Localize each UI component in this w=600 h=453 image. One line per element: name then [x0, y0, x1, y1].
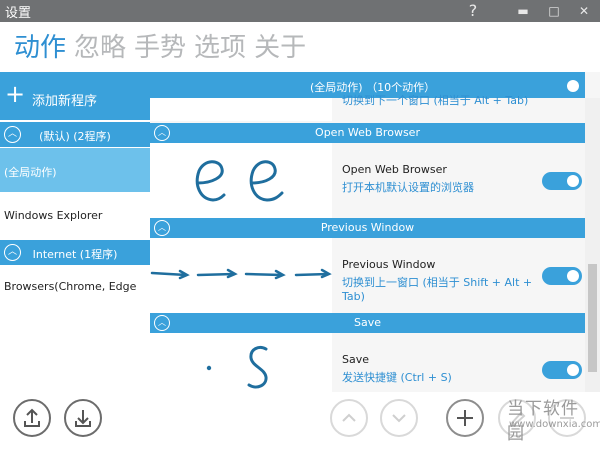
tab-gestures[interactable]: 手势 [134, 28, 186, 68]
toggle-knob [567, 270, 579, 282]
plus-icon: + [5, 80, 26, 108]
tab-ignore[interactable]: 忽略 [74, 28, 126, 68]
scrollbar-thumb[interactable] [588, 264, 597, 372]
group-header-internet[interactable]: ︿ Internet (1程序) [0, 240, 150, 265]
close-button[interactable]: ✕ [571, 0, 597, 22]
maximize-button[interactable]: □ [541, 0, 567, 22]
action-description: 打开本机默认设置的浏览器 [342, 181, 474, 194]
add-program-button[interactable]: + 添加新程序 [0, 72, 150, 120]
toggle-knob [567, 364, 579, 376]
sidebar-item-global[interactable]: (全局动作) [0, 148, 150, 192]
chevron-up-icon [342, 413, 356, 422]
group-label: (默认) (2程序) [39, 130, 111, 143]
chevron-down-icon [392, 414, 406, 423]
action-description: 切换到上一窗口 (相当于 Shift + Alt + Tab) [342, 276, 533, 303]
section-header-previous-window[interactable]: ︿ Previous Window [150, 218, 585, 238]
settings-window: 设置 ? ▬ □ ✕ 动作 忽略 手势 选项 关于 + 添加新程序 ︿ (默认) (2程… [0, 0, 600, 453]
section-header-save[interactable]: ︿ Save [150, 313, 585, 333]
action-description: 发送快捷键 (Ctrl + S) [342, 371, 452, 384]
export-button[interactable] [64, 399, 102, 437]
action-item-open-web-browser[interactable]: Open Web Browser 打开本机默认设置的浏览器 [150, 143, 585, 218]
gesture-preview [150, 98, 332, 121]
action-toggle[interactable] [542, 172, 582, 190]
action-item-save[interactable]: Save 发送快捷键 (Ctrl + S) [150, 333, 585, 392]
section-title: Save [353, 316, 381, 329]
minimize-button[interactable]: ▬ [510, 0, 536, 22]
action-list: (全局动作) （10个动作） 切换到下一个窗口 (相当于 Alt + Tab) … [150, 72, 600, 392]
action-toggle[interactable] [542, 361, 582, 379]
action-description: 切换到下一个窗口 (相当于 Alt + Tab) [342, 94, 529, 107]
action-toggle[interactable] [542, 267, 582, 285]
sidebar-item-explorer[interactable]: Windows Explorer [0, 192, 150, 240]
import-button[interactable] [13, 399, 51, 437]
site-watermark: 当下软件园 www.downxia.com [453, 392, 600, 444]
title-bar: 设置 ? ▬ □ ✕ [0, 0, 600, 22]
gesture-dot-s-icon [206, 345, 268, 389]
sidebar-item-label: Browsers(Chrome, Edge [4, 280, 137, 293]
move-down-button[interactable] [380, 399, 418, 437]
toggle-knob [567, 175, 579, 187]
sidebar-item-label: Windows Explorer [4, 209, 103, 222]
toggle-knob [567, 80, 579, 92]
sidebar-item-label: (全局动作) [4, 166, 57, 179]
main-tabs: 动作 忽略 手势 选项 关于 [14, 28, 314, 68]
sidebar-item-browsers[interactable]: Browsers(Chrome, Edge [0, 266, 150, 310]
help-icon[interactable]: ? [460, 0, 486, 22]
tab-actions[interactable]: 动作 [14, 28, 66, 68]
group-label: Internet (1程序) [32, 248, 118, 261]
section-title: Previous Window [320, 221, 415, 234]
action-item-next-window: 切换到下一个窗口 (相当于 Alt + Tab) [150, 94, 585, 121]
tab-about[interactable]: 关于 [254, 28, 306, 68]
action-name: Previous Window [342, 258, 436, 271]
action-name: Save [342, 353, 370, 366]
scrollbar[interactable] [585, 98, 600, 392]
download-icon [75, 410, 91, 427]
add-program-label: 添加新程序 [32, 94, 98, 109]
section-header-open-web-browser[interactable]: ︿ Open Web Browser [150, 123, 585, 143]
gesture-arrow-right-icon [150, 268, 332, 280]
upload-icon [24, 408, 40, 427]
gesture-ee-icon [195, 160, 284, 202]
watermark-url: www.downxia.com [509, 419, 600, 430]
group-header-default[interactable]: ︿ (默认) (2程序) [0, 122, 150, 147]
action-name: Open Web Browser [342, 163, 447, 176]
window-title: 设置 [5, 6, 32, 21]
gesture-preview [150, 238, 332, 313]
gesture-preview [150, 333, 332, 392]
section-title: Open Web Browser [315, 126, 420, 139]
action-item-previous-window[interactable]: Previous Window 切换到上一窗口 (相当于 Shift + Alt… [150, 238, 585, 313]
global-actions-toggle[interactable] [542, 77, 582, 95]
gesture-preview [150, 143, 332, 218]
tab-options[interactable]: 选项 [194, 28, 246, 68]
move-up-button[interactable] [330, 399, 368, 437]
